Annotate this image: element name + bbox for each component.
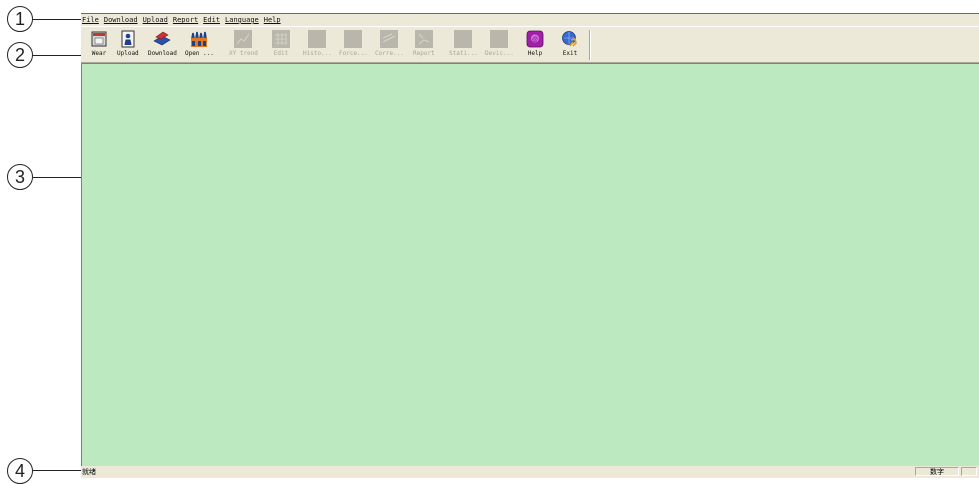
upload-icon [121,30,135,48]
workspace-area[interactable] [81,63,979,466]
toolbar-label-open: Open ... [185,50,214,57]
callout-1: 1 [7,6,33,32]
toolbar-label-upload: Upload [117,50,139,57]
toolbar-label-histogram: Histo... [303,50,332,57]
toolbar-button-statistics[interactable]: Stati... [449,28,478,62]
toolbar-label-download: Download [148,50,177,57]
toolbar-label-xy-trend: XY trend [229,50,258,57]
toolbar-button-download[interactable]: Download [148,28,177,62]
status-numlock-pane: 数字 [915,467,959,476]
toolbar-label-correlation: Corre... [375,50,404,57]
toolbar-button-xy-trend[interactable]: XY trend [229,28,258,62]
toolbar-label-statistics: Stati... [449,50,478,57]
exit-icon [562,31,577,47]
toolbar-label-exit: Exit [562,50,578,57]
toolbar-label-edit: Edit [273,50,289,57]
callout-4-leader [33,470,81,471]
toolbar-separator [589,30,591,60]
application-window: File Download Upload Report Edit Languag… [81,13,979,478]
help-icon: @ [526,30,544,48]
download-icon [153,31,172,46]
callout-4-number: 4 [14,460,25,481]
histogram-icon [308,30,327,48]
open-icon [191,31,208,47]
status-bar: 就绪 数字 [81,466,979,478]
menu-upload[interactable]: Upload [142,16,172,24]
callout-1-leader [33,19,81,20]
wear-icon [91,31,107,47]
menu-file[interactable]: File [81,16,103,24]
toolbar: Wear Upload Download Open ... XY trend E… [81,26,979,63]
toolbar-button-edit[interactable]: Edit [272,28,290,62]
menu-bar: File Download Upload Report Edit Languag… [81,14,979,26]
toolbar-label-force: Force... [339,50,368,57]
callout-3-leader [33,177,81,178]
edit-grid-icon [272,30,290,48]
toolbar-button-exit[interactable]: Exit [561,28,579,62]
menu-language[interactable]: Language [224,16,263,24]
callout-3: 3 [7,164,33,190]
menu-download[interactable]: Download [103,16,142,24]
svg-text:@: @ [532,37,538,43]
callout-2: 2 [7,42,33,68]
toolbar-button-histogram[interactable]: Histo... [303,28,332,62]
toolbar-button-report[interactable]: Report [413,28,435,62]
xy-trend-icon [234,30,253,48]
menu-help[interactable]: Help [263,16,285,24]
toolbar-button-correlation[interactable]: Corre... [375,28,404,62]
toolbar-button-help[interactable]: @ Help [526,28,544,62]
toolbar-button-open[interactable]: Open ... [185,28,214,62]
force-icon [344,30,363,48]
toolbar-label-report: Report [413,50,435,57]
menu-edit[interactable]: Edit [202,16,224,24]
callout-1-number: 1 [14,8,25,29]
toolbar-label-wear: Wear [91,50,107,57]
callout-2-leader [33,55,81,56]
toolbar-button-upload[interactable]: Upload [117,28,139,62]
status-ready-text: 就绪 [82,468,96,476]
toolbar-button-wear[interactable]: Wear [90,28,108,62]
callout-3-number: 3 [14,166,25,187]
toolbar-button-device[interactable]: Devic... [485,28,514,62]
toolbar-label-device: Devic... [485,50,514,57]
correlation-icon [380,30,399,48]
report-icon [414,30,433,48]
statistics-icon [454,30,473,48]
toolbar-button-force[interactable]: Force... [339,28,368,62]
status-empty-pane [961,467,977,476]
menu-report[interactable]: Report [172,16,202,24]
toolbar-label-help: Help [527,50,543,57]
device-icon [490,30,509,48]
callout-2-number: 2 [14,44,25,65]
callout-4: 4 [7,458,33,484]
